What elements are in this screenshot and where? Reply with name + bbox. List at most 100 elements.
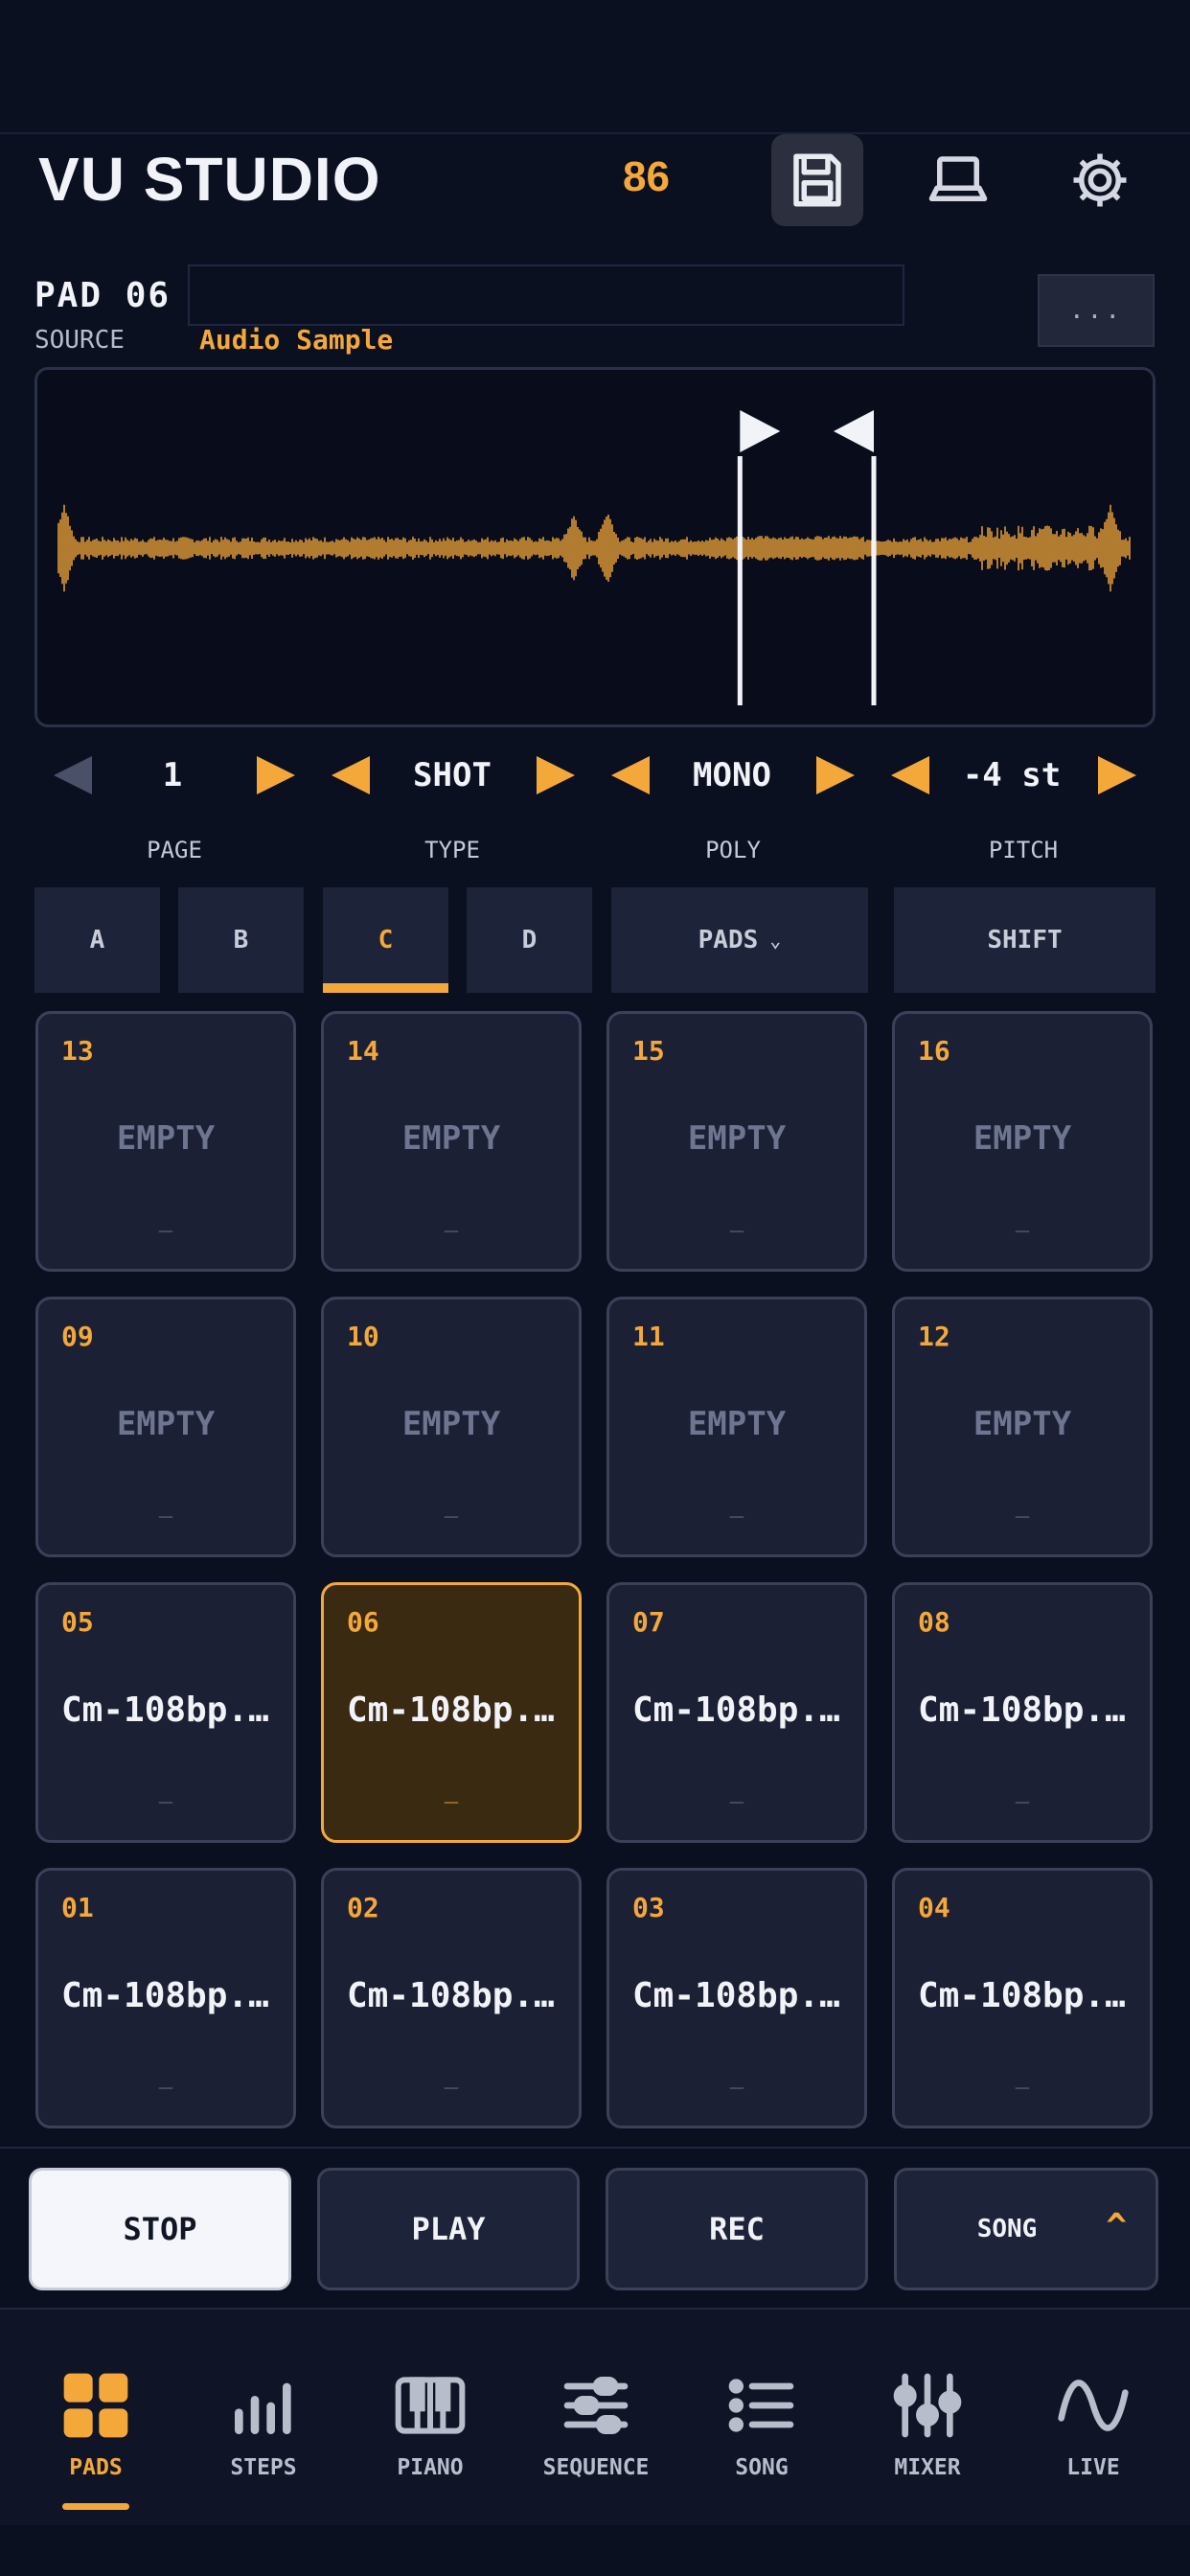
piano-icon [395,2377,466,2434]
pad-sub-label: _ [158,1777,173,1804]
pitch-next-arrow-icon[interactable] [1094,752,1140,798]
waveform-display[interactable] [34,367,1156,727]
bank-tab-label: A [89,926,105,954]
bank-tab-a[interactable]: A [34,887,160,993]
pads-dropdown[interactable]: PADS ⌄ [611,887,868,993]
pad-02[interactable]: 02 Cm-108bp... _ [321,1868,582,2128]
pad-number: 11 [632,1321,665,1352]
pad-number: 07 [632,1606,665,1638]
pad-12[interactable]: 12 EMPTY _ [892,1297,1153,1557]
pad-number: 08 [918,1606,950,1638]
pad-04[interactable]: 04 Cm-108bp... _ [892,1868,1153,2128]
pad-03[interactable]: 03 Cm-108bp... _ [606,1868,867,2128]
bpm-display[interactable]: 86 [623,153,670,201]
type-label: TYPE [424,837,480,863]
pitch-prev-arrow-icon[interactable] [887,752,933,798]
nav-pads[interactable]: PADS [14,2310,177,2525]
pad-sample-name: EMPTY [973,1119,1072,1158]
nav-song[interactable]: SONG [680,2310,843,2525]
bottom-nav: PADS STEPS PIANO SEQUENCE SONG MIXER LIV… [0,2310,1190,2525]
device-button[interactable] [912,134,1004,226]
pad-number: 03 [632,1892,665,1923]
pad-sample-name: Cm-108bp... [918,1976,1134,2015]
pad-sample-name: Cm-108bp... [347,1976,563,2015]
bank-tab-b[interactable]: B [178,887,304,993]
pad-sample-name: Cm-108bp... [61,1976,278,2015]
end-marker-flag[interactable] [834,410,874,452]
play-label: PLAY [411,2211,486,2247]
nav-sequence[interactable]: SEQUENCE [515,2310,677,2525]
pads-dropdown-label: PADS [698,926,759,954]
poly-label: POLY [705,837,761,863]
nav-steps[interactable]: STEPS [182,2310,345,2525]
pad-number: 15 [632,1035,665,1067]
pad-name-input[interactable] [188,264,904,326]
pad-sub-label: _ [729,2062,744,2089]
pad-13[interactable]: 13 EMPTY _ [35,1011,296,1272]
pad-sub-label: _ [729,1777,744,1804]
nav-label: SONG [735,2455,789,2480]
nav-label: LIVE [1066,2455,1120,2480]
pad-14[interactable]: 14 EMPTY _ [321,1011,582,1272]
pad-number: 16 [918,1035,950,1067]
pad-16[interactable]: 16 EMPTY _ [892,1011,1153,1272]
page-next-arrow-icon[interactable] [253,752,299,798]
start-marker-flag[interactable] [740,410,781,452]
pad-10[interactable]: 10 EMPTY _ [321,1297,582,1557]
param-row: 1 SHOT MONO -4 st [0,743,1190,810]
nav-label: PIANO [397,2455,464,2480]
play-button[interactable]: PLAY [317,2168,580,2290]
pad-number: 12 [918,1321,950,1352]
pad-number: 09 [61,1321,94,1352]
pad-number: 01 [61,1892,94,1923]
page-prev-arrow-icon[interactable] [50,752,96,798]
pad-09[interactable]: 09 EMPTY _ [35,1297,296,1557]
save-button[interactable] [771,134,863,226]
bank-tab-d[interactable]: D [467,887,592,993]
settings-button[interactable] [1054,134,1146,226]
rec-label: REC [709,2211,765,2247]
nav-piano[interactable]: PIANO [349,2310,512,2525]
pad-07[interactable]: 07 Cm-108bp... _ [606,1582,867,1843]
pad-sample-name: Cm-108bp... [632,1690,849,1730]
rec-button[interactable]: REC [606,2168,868,2290]
pad-number: 06 [347,1606,379,1638]
pad-number: 05 [61,1606,94,1638]
nav-label: STEPS [230,2455,297,2480]
bank-tab-c[interactable]: C [323,887,448,993]
source-label: SOURCE [34,326,125,355]
song-button[interactable]: SONG ^ [894,2168,1158,2290]
pitch-value: -4 st [962,756,1062,794]
app-title: VU STUDIO [38,145,381,214]
stop-button[interactable]: STOP [29,2168,291,2290]
source-value[interactable]: Audio Sample [199,324,393,356]
waveform-svg [57,410,1131,705]
nav-mixer[interactable]: MIXER [846,2310,1009,2525]
pad-sub-label: _ [729,1206,744,1232]
poly-prev-arrow-icon[interactable] [607,752,653,798]
type-prev-arrow-icon[interactable] [328,752,374,798]
pad-sub-label: _ [729,1491,744,1518]
type-next-arrow-icon[interactable] [533,752,579,798]
pad-label: PAD 06 [34,276,172,315]
pad-15[interactable]: 15 EMPTY _ [606,1011,867,1272]
pad-08[interactable]: 08 Cm-108bp... _ [892,1582,1153,1843]
pad-number: 13 [61,1035,94,1067]
nav-label: PADS [69,2455,123,2480]
more-options-button[interactable]: ... [1038,274,1155,347]
pad-number: 14 [347,1035,379,1067]
pad-11[interactable]: 11 EMPTY _ [606,1297,867,1557]
pad-01[interactable]: 01 Cm-108bp... _ [35,1868,296,2128]
pad-05[interactable]: 05 Cm-108bp... _ [35,1582,296,1843]
bars-icon [235,2382,291,2434]
pad-06[interactable]: 06 Cm-108bp... _ [321,1582,582,1843]
floppy-disk-icon [793,153,841,207]
poly-value: MONO [693,756,771,794]
pad-sample-name: EMPTY [687,1405,787,1443]
pads-grid-icon [63,2373,128,2438]
nav-live[interactable]: LIVE [1012,2310,1175,2525]
poly-next-arrow-icon[interactable] [812,752,858,798]
gear-icon [1073,153,1127,207]
pad-number: 04 [918,1892,950,1923]
shift-button[interactable]: SHIFT [894,887,1156,993]
